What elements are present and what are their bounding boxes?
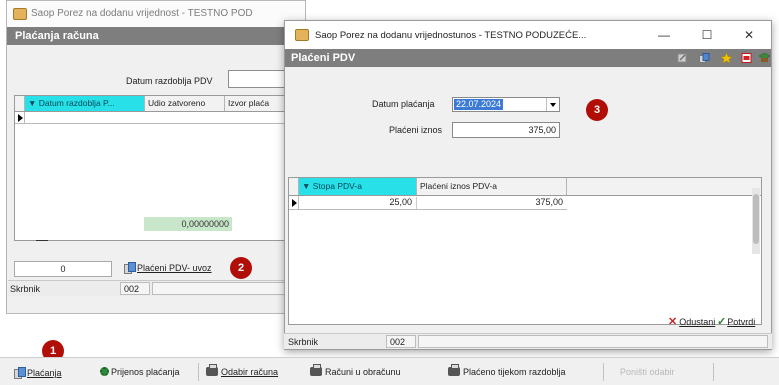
front-status-bar: Skrbnik 002	[284, 333, 772, 349]
front-panel-title: Plaćeni PDV	[291, 52, 356, 64]
back-status-bar: Skrbnik 002	[8, 280, 298, 296]
front-grid-col-iznos[interactable]: Plaćeni iznos PDV-a	[417, 178, 567, 195]
cell-stopa: 25,00	[299, 197, 417, 209]
front-status-code: 002	[386, 335, 416, 348]
back-date-label: Datum razdoblja PDV	[126, 76, 213, 86]
toolbar-separator	[713, 363, 714, 381]
date-select[interactable]: 22.07.2024	[452, 97, 560, 112]
check-icon: ✓	[717, 316, 727, 328]
racuni-u-obracunu-button[interactable]: Računi u obračunu	[310, 364, 401, 377]
bottom-toolbar: Plaćanja Prijenos plaćanja Odabir računa…	[0, 357, 779, 385]
cell-iznos: 375,00	[535, 197, 563, 207]
step-badge-3: 3	[586, 99, 608, 121]
back-status-code: 002	[120, 282, 150, 295]
back-count-cell: 0	[14, 261, 112, 277]
front-grid-col-stopa[interactable]: ▼ Stopa PDV-a	[299, 178, 417, 195]
back-window-titlebar[interactable]: Saop Porez na dodanu vrijednost - TESTNO…	[7, 1, 305, 27]
back-status-user: Skrbnik	[10, 284, 41, 294]
sort-arrow-icon: ▼	[28, 98, 39, 108]
back-grid-row-indicator	[15, 112, 25, 124]
vertical-scrollbar[interactable]	[752, 188, 760, 254]
date-value: 22.07.2024	[454, 99, 504, 110]
odabir-racuna-button[interactable]: Odabir računa	[206, 364, 278, 377]
back-grid-col-udio[interactable]: Udio zatvoreno	[145, 96, 225, 111]
copy-icon[interactable]	[699, 53, 710, 63]
front-grid-header: ▼ Stopa PDV-a Plaćeni iznos PDV-a	[289, 178, 761, 196]
front-status-empty	[418, 335, 768, 348]
pdf-icon[interactable]	[741, 53, 752, 63]
app-icon	[13, 8, 27, 20]
back-grid-header: ▼ Datum razdoblja P... Udio zatvoreno Iz…	[15, 96, 298, 112]
placeno-tijekom-razdoblja-button[interactable]: Plaćeno tijekom razdoblja	[448, 364, 566, 377]
printer-icon	[448, 364, 460, 376]
toolbar-separator	[603, 363, 604, 381]
prijenos-placanja-button[interactable]: Prijenos plaćanja	[100, 367, 180, 377]
back-status-empty	[152, 282, 294, 295]
confirm-button[interactable]: ✓Potvrdi	[717, 315, 755, 328]
front-grid[interactable]: ▼ Stopa PDV-a Plaćeni iznos PDV-a 25,00 …	[288, 177, 762, 325]
cancel-button[interactable]: ✕ Odustani	[668, 315, 715, 328]
book-icon[interactable]	[759, 53, 770, 63]
star-icon[interactable]	[721, 53, 732, 63]
date-label: Datum plaćanja	[372, 99, 435, 109]
amount-label: Plaćeni iznos	[389, 125, 443, 135]
printer-icon	[310, 364, 322, 376]
back-grid-col-datum[interactable]: ▼ Datum razdoblja P...	[25, 96, 145, 111]
front-grid-corner	[289, 178, 299, 195]
back-grid-row[interactable]	[25, 112, 298, 124]
printer-icon	[206, 364, 218, 376]
front-dialog-title: Saop Porez na dodanu vrijednostunos - TE…	[315, 30, 587, 41]
gear-icon	[100, 367, 109, 376]
maximize-button[interactable]: ☐	[694, 26, 720, 44]
back-window-title: Saop Porez na dodanu vrijednost - TESTNO…	[31, 8, 253, 19]
app-icon	[295, 29, 309, 41]
back-panel-header: Plaćanja računa	[7, 27, 305, 45]
scrollbar-thumb[interactable]	[753, 194, 759, 244]
edit-icon[interactable]	[677, 53, 688, 63]
placanja-button[interactable]: Plaćanja	[14, 367, 62, 379]
table-row[interactable]: 25,00 375,00	[299, 196, 567, 210]
placeni-pdv-uvoz-button[interactable]: Plaćeni PDV- uvoz	[124, 262, 212, 274]
back-panel-title: Plaćanja računa	[15, 30, 99, 42]
ponisti-odabir-button[interactable]: Poništi odabir	[620, 367, 675, 377]
toolbar-separator	[198, 363, 199, 381]
front-panel-header: Plaćeni PDV	[285, 49, 771, 67]
front-grid-row-indicator	[289, 196, 299, 210]
back-grid-corner	[15, 96, 25, 111]
front-dialog-titlebar[interactable]: Saop Porez na dodanu vrijednostunos - TE…	[285, 21, 771, 49]
front-status-user: Skrbnik	[288, 337, 319, 347]
documents-icon	[124, 262, 136, 274]
sort-arrow-icon: ▼	[302, 181, 313, 191]
amount-input[interactable]: 375,00	[452, 122, 560, 138]
back-grid-total: 0,00000000	[144, 217, 232, 231]
back-divider	[36, 240, 48, 241]
row-pointer-icon	[18, 114, 23, 122]
step-badge-2: 2	[230, 257, 252, 279]
documents-icon	[14, 367, 26, 379]
chevron-down-icon[interactable]	[546, 98, 559, 111]
close-icon: ✕	[668, 316, 678, 328]
close-button[interactable]: ✕	[736, 26, 762, 44]
row-pointer-icon	[292, 199, 297, 207]
minimize-button[interactable]: —	[651, 26, 677, 44]
